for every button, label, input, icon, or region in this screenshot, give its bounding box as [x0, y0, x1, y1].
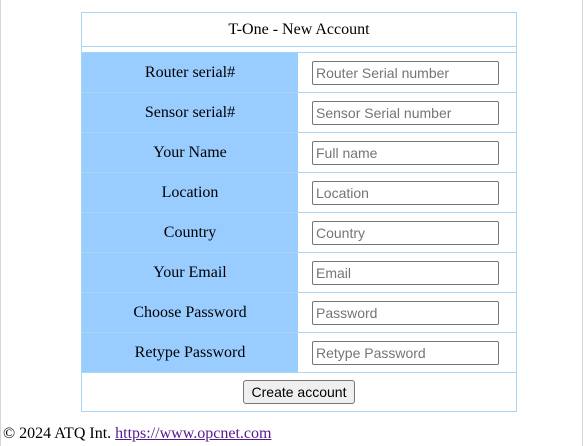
- location-label: Location: [82, 173, 298, 213]
- country-label: Country: [82, 213, 298, 253]
- location-input[interactable]: [312, 180, 499, 205]
- form-row-email: Your Email: [82, 253, 516, 293]
- email-label: Your Email: [82, 253, 298, 293]
- form-row-location: Location: [82, 173, 516, 213]
- sensor-serial-input[interactable]: [312, 100, 499, 125]
- router-serial-input[interactable]: [312, 60, 499, 85]
- form-row-password: Choose Password: [82, 293, 516, 333]
- retype-password-input[interactable]: [312, 340, 499, 365]
- form-row-name: Your Name: [82, 133, 516, 173]
- sensor-serial-label: Sensor serial#: [82, 93, 298, 133]
- router-serial-label: Router serial#: [82, 53, 298, 93]
- name-input[interactable]: [312, 140, 499, 165]
- website-link[interactable]: https://www.opcnet.com: [115, 425, 271, 442]
- create-account-button[interactable]: Create account: [242, 380, 356, 404]
- new-account-form: T-One - New Account Router serial# Senso…: [81, 12, 517, 412]
- page: T-One - New Account Router serial# Senso…: [0, 0, 583, 446]
- email-input[interactable]: [312, 260, 499, 285]
- form-row-country: Country: [82, 213, 516, 253]
- name-label: Your Name: [82, 133, 298, 173]
- country-input[interactable]: [312, 220, 499, 245]
- copyright-text: © 2024 ATQ Int.: [3, 425, 112, 442]
- form-row-sensor-serial: Sensor serial#: [82, 93, 516, 133]
- form-row-router-serial: Router serial#: [82, 53, 516, 93]
- submit-row: Create account: [82, 373, 516, 411]
- form-title: T-One - New Account: [82, 13, 516, 47]
- password-label: Choose Password: [82, 293, 298, 333]
- footer: © 2024 ATQ Int. https://www.opcnet.com: [3, 425, 271, 443]
- form-row-retype-password: Retype Password: [82, 333, 516, 373]
- retype-password-label: Retype Password: [82, 333, 298, 373]
- password-input[interactable]: [312, 300, 499, 325]
